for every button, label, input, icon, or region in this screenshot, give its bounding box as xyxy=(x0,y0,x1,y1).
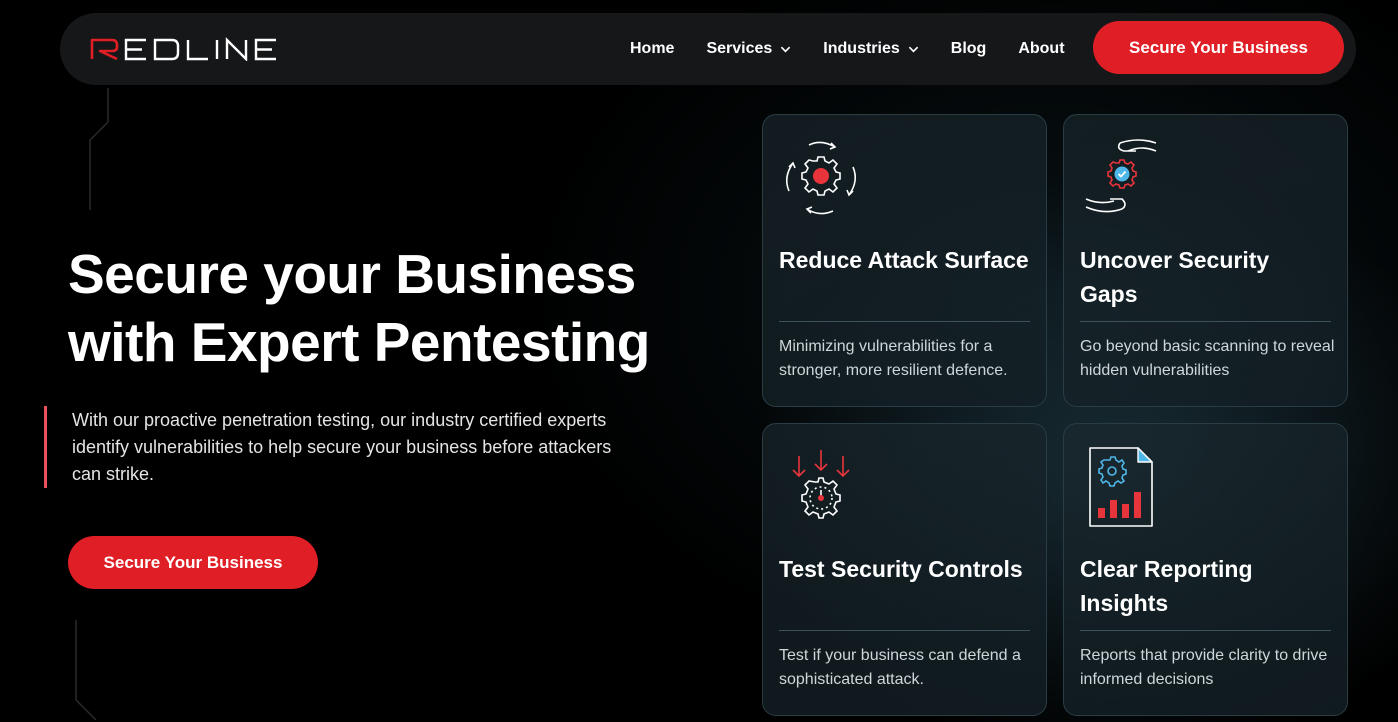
nav-home-label: Home xyxy=(630,40,675,57)
hero-description-block: With our proactive penetration testing, … xyxy=(44,406,644,488)
card-title: Test Security Controls xyxy=(779,556,1023,582)
card-title: Clear Reporting Insights xyxy=(1080,556,1253,616)
nav-industries[interactable]: Industries xyxy=(823,40,918,58)
card-divider xyxy=(779,321,1030,322)
nav-blog-label: Blog xyxy=(950,40,987,57)
redline-logo[interactable] xyxy=(90,37,280,66)
nav-about-label: About xyxy=(1018,40,1065,57)
feature-card-clear-reporting-insights: Clear Reporting Insights Reports that pr… xyxy=(1063,423,1348,716)
gear-arrows-target-icon xyxy=(792,450,850,519)
card-divider xyxy=(779,630,1030,631)
hands-gear-check-icon xyxy=(1085,139,1157,213)
nav-services-label: Services xyxy=(706,40,773,57)
card-divider xyxy=(1080,321,1331,322)
gear-cycle-icon xyxy=(785,141,857,215)
report-chart-icon xyxy=(1089,447,1153,527)
hero-title-line2: with Expert Pentesting xyxy=(68,311,650,373)
card-text: Go beyond basic scanning to reveal hidde… xyxy=(1080,338,1335,379)
nav-secure-business-button[interactable]: Secure Your Business xyxy=(1093,21,1344,74)
card-text: Reports that provide clarity to drive in… xyxy=(1080,647,1328,688)
hero-secure-business-button[interactable]: Secure Your Business xyxy=(68,536,318,589)
nav-services[interactable]: Services xyxy=(706,40,791,58)
chevron-down-icon xyxy=(781,46,791,53)
card-title: Reduce Attack Surface xyxy=(779,247,1029,273)
card-text: Test if your business can defend a sophi… xyxy=(779,647,1021,688)
nav-home[interactable]: Home xyxy=(630,40,674,58)
card-title: Uncover Security Gaps xyxy=(1080,247,1270,307)
nav-about[interactable]: About xyxy=(1018,40,1064,58)
hero-title-line1: Secure your Business xyxy=(68,243,636,305)
nav-industries-label: Industries xyxy=(823,40,900,57)
hero-title: Secure your Business with Expert Pentest… xyxy=(68,240,728,376)
nav-blog[interactable]: Blog xyxy=(951,40,987,58)
navbar: Home Services Industries Blog About Secu… xyxy=(60,13,1356,85)
card-text: Minimizing vulnerabilities for a stronge… xyxy=(779,338,1008,379)
nav-links: Home Services Industries Blog About xyxy=(630,13,1097,85)
card-divider xyxy=(1080,630,1331,631)
feature-card-uncover-security-gaps: Uncover Security Gaps Go beyond basic sc… xyxy=(1063,114,1348,407)
feature-card-reduce-attack-surface: Reduce Attack Surface Minimizing vulnera… xyxy=(762,114,1047,407)
feature-card-test-security-controls: Test Security Controls Test if your busi… xyxy=(762,423,1047,716)
chevron-down-icon xyxy=(908,46,918,53)
hero-description: With our proactive penetration testing, … xyxy=(72,410,612,484)
